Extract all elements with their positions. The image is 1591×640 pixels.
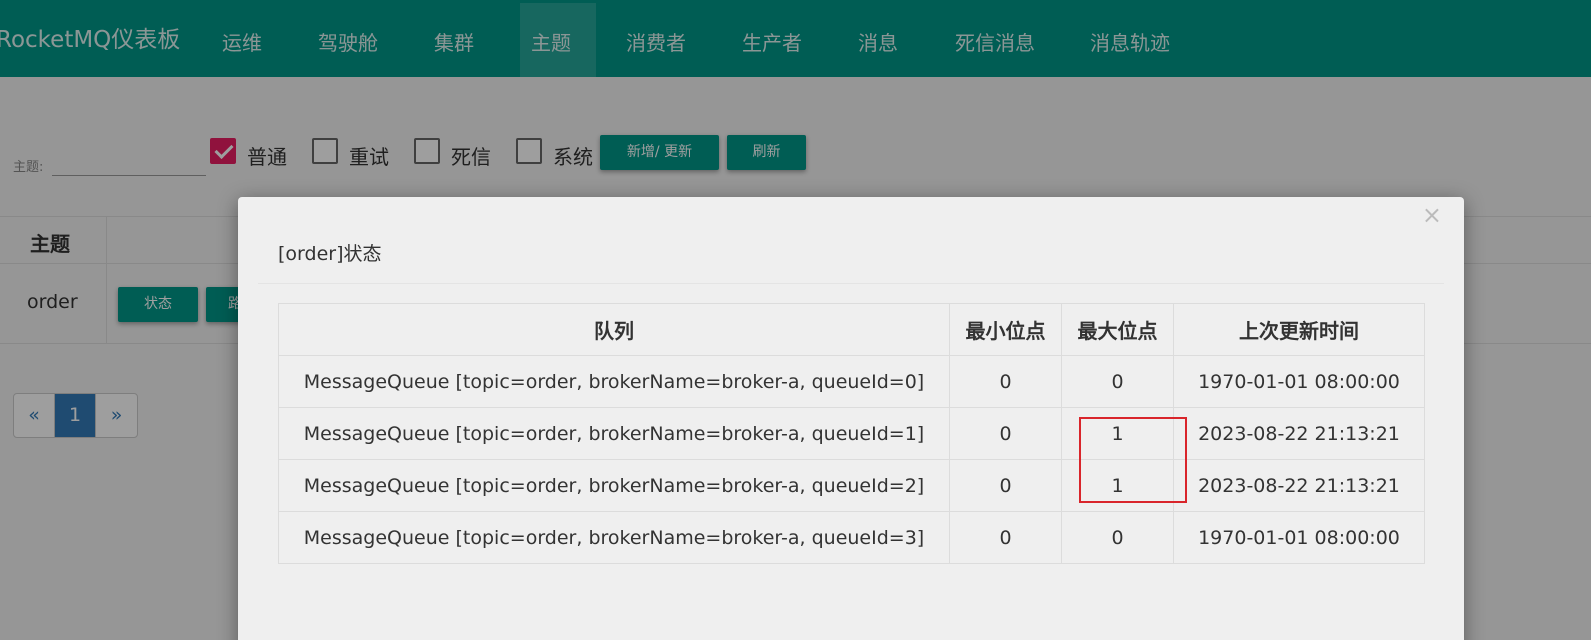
column-header-queue: 队列 [278, 303, 950, 356]
min-offset-cell: 0 [949, 459, 1062, 512]
min-offset-cell: 0 [949, 511, 1062, 564]
last-updated-cell: 2023-08-22 21:13:21 [1173, 459, 1425, 512]
table-header-row: 队列 最小位点 最大位点 上次更新时间 [278, 303, 1425, 356]
modal-title: [order]状态 [278, 243, 382, 265]
page: RocketMQ仪表板 运维 驾驶舱 集群 主题 消费者 生产者 消息 死信消息… [0, 0, 1591, 640]
last-updated-cell: 1970-01-01 08:00:00 [1173, 355, 1425, 408]
queue-cell: MessageQueue [topic=order, brokerName=br… [278, 355, 950, 408]
queue-cell: MessageQueue [topic=order, brokerName=br… [278, 459, 950, 512]
last-updated-cell: 1970-01-01 08:00:00 [1173, 511, 1425, 564]
max-offset-cell: 1 [1061, 407, 1174, 460]
min-offset-cell: 0 [949, 407, 1062, 460]
table-row: MessageQueue [topic=order, brokerName=br… [278, 511, 1425, 564]
max-offset-cell: 0 [1061, 511, 1174, 564]
max-offset-cell: 0 [1061, 355, 1174, 408]
max-offset-cell: 1 [1061, 459, 1174, 512]
column-header-min-offset: 最小位点 [949, 303, 1062, 356]
last-updated-cell: 2023-08-22 21:13:21 [1173, 407, 1425, 460]
table-row: MessageQueue [topic=order, brokerName=br… [278, 355, 1425, 408]
table-row: MessageQueue [topic=order, brokerName=br… [278, 459, 1425, 512]
table-row: MessageQueue [topic=order, brokerName=br… [278, 407, 1425, 460]
queue-cell: MessageQueue [topic=order, brokerName=br… [278, 511, 950, 564]
queue-status-table: 队列 最小位点 最大位点 上次更新时间 MessageQueue [topic=… [278, 303, 1425, 564]
column-header-last-updated: 上次更新时间 [1173, 303, 1425, 356]
close-icon[interactable]: × [1422, 201, 1442, 229]
modal-divider [258, 283, 1444, 284]
queue-cell: MessageQueue [topic=order, brokerName=br… [278, 407, 950, 460]
topic-status-modal: × [order]状态 队列 最小位点 最大位点 上次更新时间 MessageQ… [238, 197, 1464, 640]
column-header-max-offset: 最大位点 [1061, 303, 1174, 356]
min-offset-cell: 0 [949, 355, 1062, 408]
